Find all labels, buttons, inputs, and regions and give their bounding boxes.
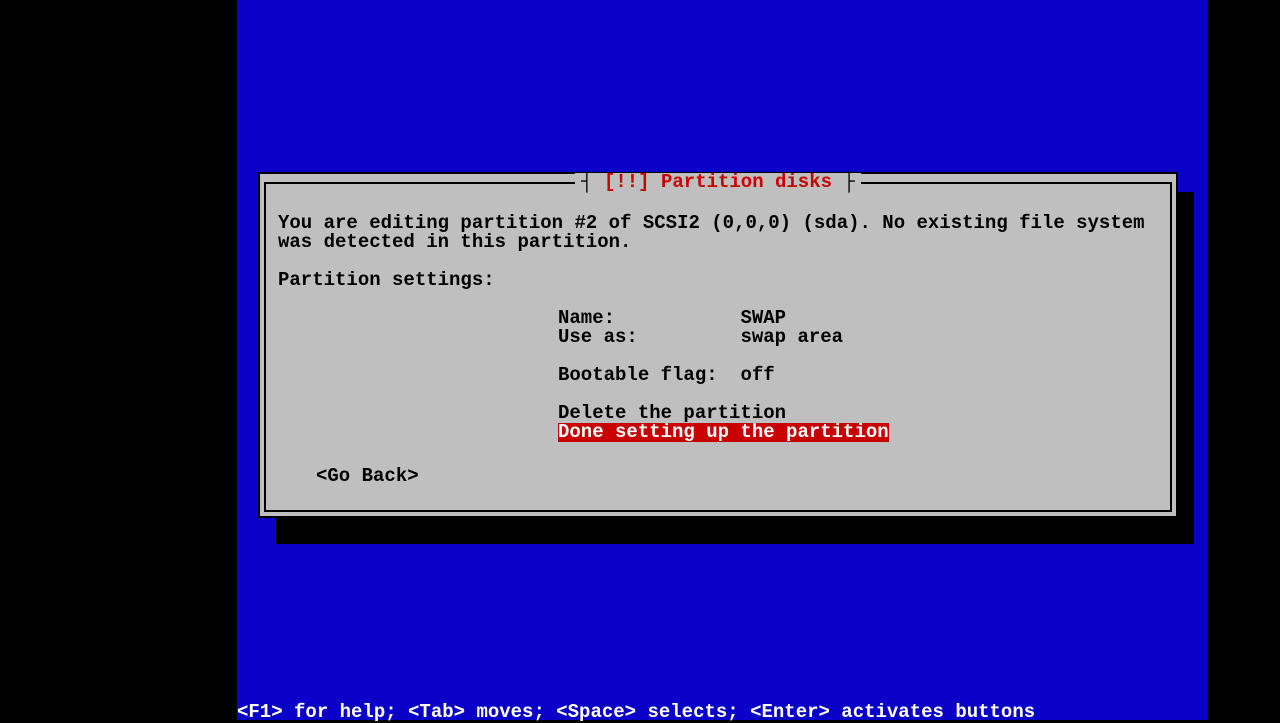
setting-label: Bootable flag: <box>558 364 718 386</box>
title-bracket-left: ┤ <box>581 171 604 193</box>
setting-value: off <box>740 364 774 386</box>
settings-list: Name: SWAP Use as: swap area Bootable fl… <box>558 309 1158 442</box>
go-back-button[interactable]: <Go Back> <box>316 467 419 486</box>
dialog-content: You are editing partition #2 of SCSI2 (0… <box>278 214 1158 442</box>
setting-row-use-as[interactable]: Use as: swap area <box>558 328 1158 347</box>
title-bracket-right: ├ <box>832 171 855 193</box>
help-bar: <F1> for help; <Tab> moves; <Space> sele… <box>237 703 1035 722</box>
dialog-title: ┤ [!!] Partition disks ├ <box>575 173 861 192</box>
setting-row-bootable[interactable]: Bootable flag: off <box>558 366 1158 385</box>
menu-done-setting-up[interactable]: Done setting up the partition <box>558 423 889 442</box>
partition-description: You are editing partition #2 of SCSI2 (0… <box>278 214 1158 252</box>
title-marks: [!!] <box>604 171 661 193</box>
title-text: Partition disks <box>661 171 832 193</box>
dialog-title-wrap: ┤ [!!] Partition disks ├ <box>266 173 1170 192</box>
settings-subheading: Partition settings: <box>278 271 1158 290</box>
partition-disks-dialog: ┤ [!!] Partition disks ├ You are editing… <box>258 172 1178 518</box>
setting-value: swap area <box>740 326 843 348</box>
setting-label: Use as: <box>558 326 638 348</box>
